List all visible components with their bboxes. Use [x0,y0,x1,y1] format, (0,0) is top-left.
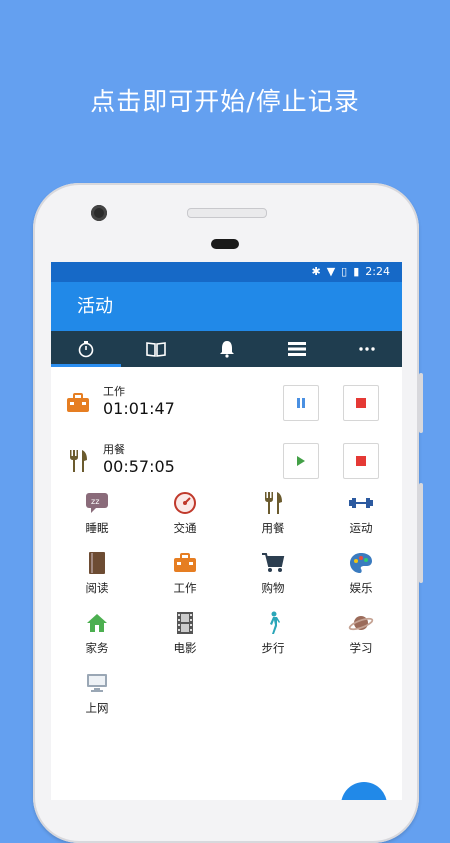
activity-item-meal[interactable]: 用餐 [229,490,317,546]
activity-timer: 00:57:05 [103,457,175,476]
activity-item-study[interactable]: 学习 [317,610,402,666]
monitor-icon [53,670,141,696]
home-icon [53,610,141,636]
earpiece [187,208,267,218]
palette-icon [317,550,402,576]
tab-stopwatch[interactable] [51,331,122,367]
stop-button[interactable] [343,443,379,479]
wifi-icon: ▼ [326,265,336,278]
book-icon [146,342,167,357]
volume-button [419,483,423,583]
resume-button[interactable] [283,443,319,479]
activity-name: 用餐 [103,443,125,456]
pause-button[interactable] [283,385,319,421]
stopwatch-icon [78,341,94,358]
dumbbell-icon [317,490,402,516]
activity-name: 工作 [103,385,125,398]
stop-icon [356,456,366,466]
fork-knife-icon [65,449,91,473]
tab-more[interactable] [332,331,402,367]
more-icon [359,347,375,351]
activity-item-movie[interactable]: 电影 [141,610,229,666]
sleep-icon: zz [53,490,141,516]
cart-icon [229,550,317,576]
svg-text:zz: zz [91,497,99,506]
planet-icon [317,610,402,636]
add-button[interactable] [341,782,387,800]
activity-item-sport[interactable]: 运动 [317,490,402,546]
activity-item-reading[interactable]: 阅读 [53,550,141,606]
page-title: 活动 [77,296,113,317]
activity-item-internet[interactable]: 上网 [53,670,141,726]
tab-reminders[interactable] [191,331,261,367]
film-icon [141,610,229,636]
tab-journal[interactable] [121,331,191,367]
running-activity[interactable]: 用餐 00:57:05 [51,431,402,489]
stop-icon [356,398,366,408]
speedometer-icon [141,490,229,516]
stop-button[interactable] [343,385,379,421]
running-activity[interactable]: 工作 01:01:47 [51,373,402,431]
play-icon [297,456,305,466]
status-bar: ✱ ▼ ▯ ▮ 2:24 [51,262,402,282]
battery-icon: ▮ [353,265,360,278]
front-camera [91,205,107,221]
book-icon [53,550,141,576]
briefcase-icon [141,550,229,576]
status-time: 2:24 [365,265,390,278]
walk-icon [229,610,317,636]
briefcase-icon [65,391,91,415]
app-bar: 活动 [51,282,402,331]
bluetooth-icon: ✱ [311,265,321,278]
fork-knife-icon [229,490,317,516]
activity-item-housework[interactable]: 家务 [53,610,141,666]
bell-icon [219,341,234,358]
activity-item-shopping[interactable]: 购物 [229,550,317,606]
activity-item-sleep[interactable]: zz 睡眠 [53,490,141,546]
activity-item-entertainment[interactable]: 娱乐 [317,550,402,606]
speaker [211,239,239,249]
activity-item-transport[interactable]: 交通 [141,490,229,546]
activity-item-work[interactable]: 工作 [141,550,229,606]
tab-bar [51,331,402,367]
tab-list[interactable] [262,331,332,367]
power-button [419,373,423,433]
app-screen: ✱ ▼ ▯ ▮ 2:24 活动 工作 01:01:47 用餐 00:57:05 … [51,262,402,800]
activity-timer: 01:01:47 [103,399,175,418]
promo-headline: 点击即可开始/停止记录 [90,87,360,116]
pause-icon [297,398,305,408]
list-icon [287,342,306,356]
no-sim-icon: ▯ [341,265,348,278]
activity-item-walking[interactable]: 步行 [229,610,317,666]
